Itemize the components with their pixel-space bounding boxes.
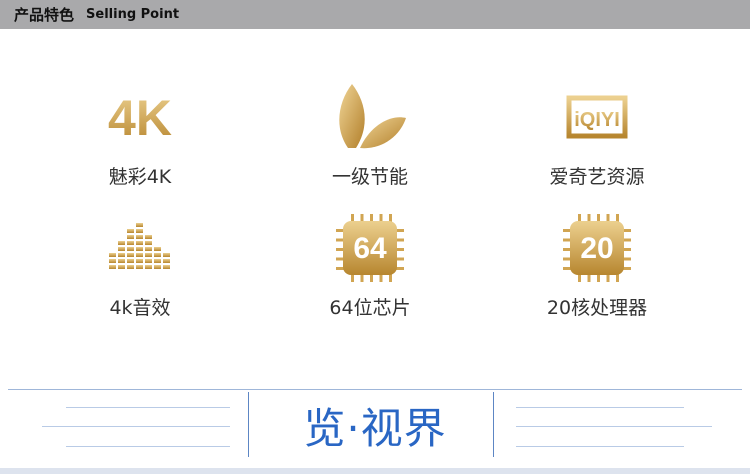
bottom-strip: [0, 468, 750, 474]
feature-label: 4k音效: [109, 297, 171, 319]
footer-divider-left: [248, 392, 249, 457]
footer-decor-line: [516, 426, 712, 427]
chip-text: 20: [580, 232, 613, 265]
feature-label: 64位芯片: [329, 297, 411, 319]
section-header: 产品特色 Selling Point: [0, 0, 750, 29]
footer-divider-right: [493, 392, 494, 457]
equalizer-icon: [40, 213, 240, 283]
feature-label: 一级节能: [331, 166, 408, 188]
leaf-icon: [270, 82, 470, 152]
brand-logo-text: 览·视界: [303, 403, 447, 453]
feature-20core-processor: 20 20核处理器: [497, 213, 697, 320]
feature-energy-saving: 一级节能: [270, 82, 470, 189]
4k-icon-text: 4K: [108, 90, 172, 146]
feature-4k-color: 4K 魅彩4K: [40, 82, 240, 189]
section-title-cn: 产品特色: [14, 6, 75, 24]
feature-label: 20核处理器: [546, 297, 648, 319]
footer-decor-line: [66, 446, 230, 447]
feature-4k-audio: 4k音效: [40, 213, 240, 320]
4k-text-icon: 4K: [40, 82, 240, 152]
chip-text: 64: [353, 232, 387, 265]
footer-decor-line: [516, 407, 684, 408]
footer-decor-line: [516, 446, 684, 447]
feature-label: 爱奇艺资源: [549, 166, 645, 188]
chip-64-icon: 64: [270, 213, 470, 283]
iqiyi-logo-icon: iQIYI: [497, 82, 697, 152]
feature-iqiyi: iQIYI 爱奇艺资源: [497, 82, 697, 189]
feature-64bit-chip: 64 64位芯片: [270, 213, 470, 320]
footer-decor-line: [42, 426, 230, 427]
footer-decor-line: [66, 407, 230, 408]
feature-label: 魅彩4K: [108, 166, 172, 188]
iqiyi-icon-text: iQIYI: [574, 109, 620, 131]
footer-top-divider: [8, 389, 742, 390]
chip-20-icon: 20: [497, 213, 697, 283]
section-title-en: Selling Point: [86, 7, 180, 22]
